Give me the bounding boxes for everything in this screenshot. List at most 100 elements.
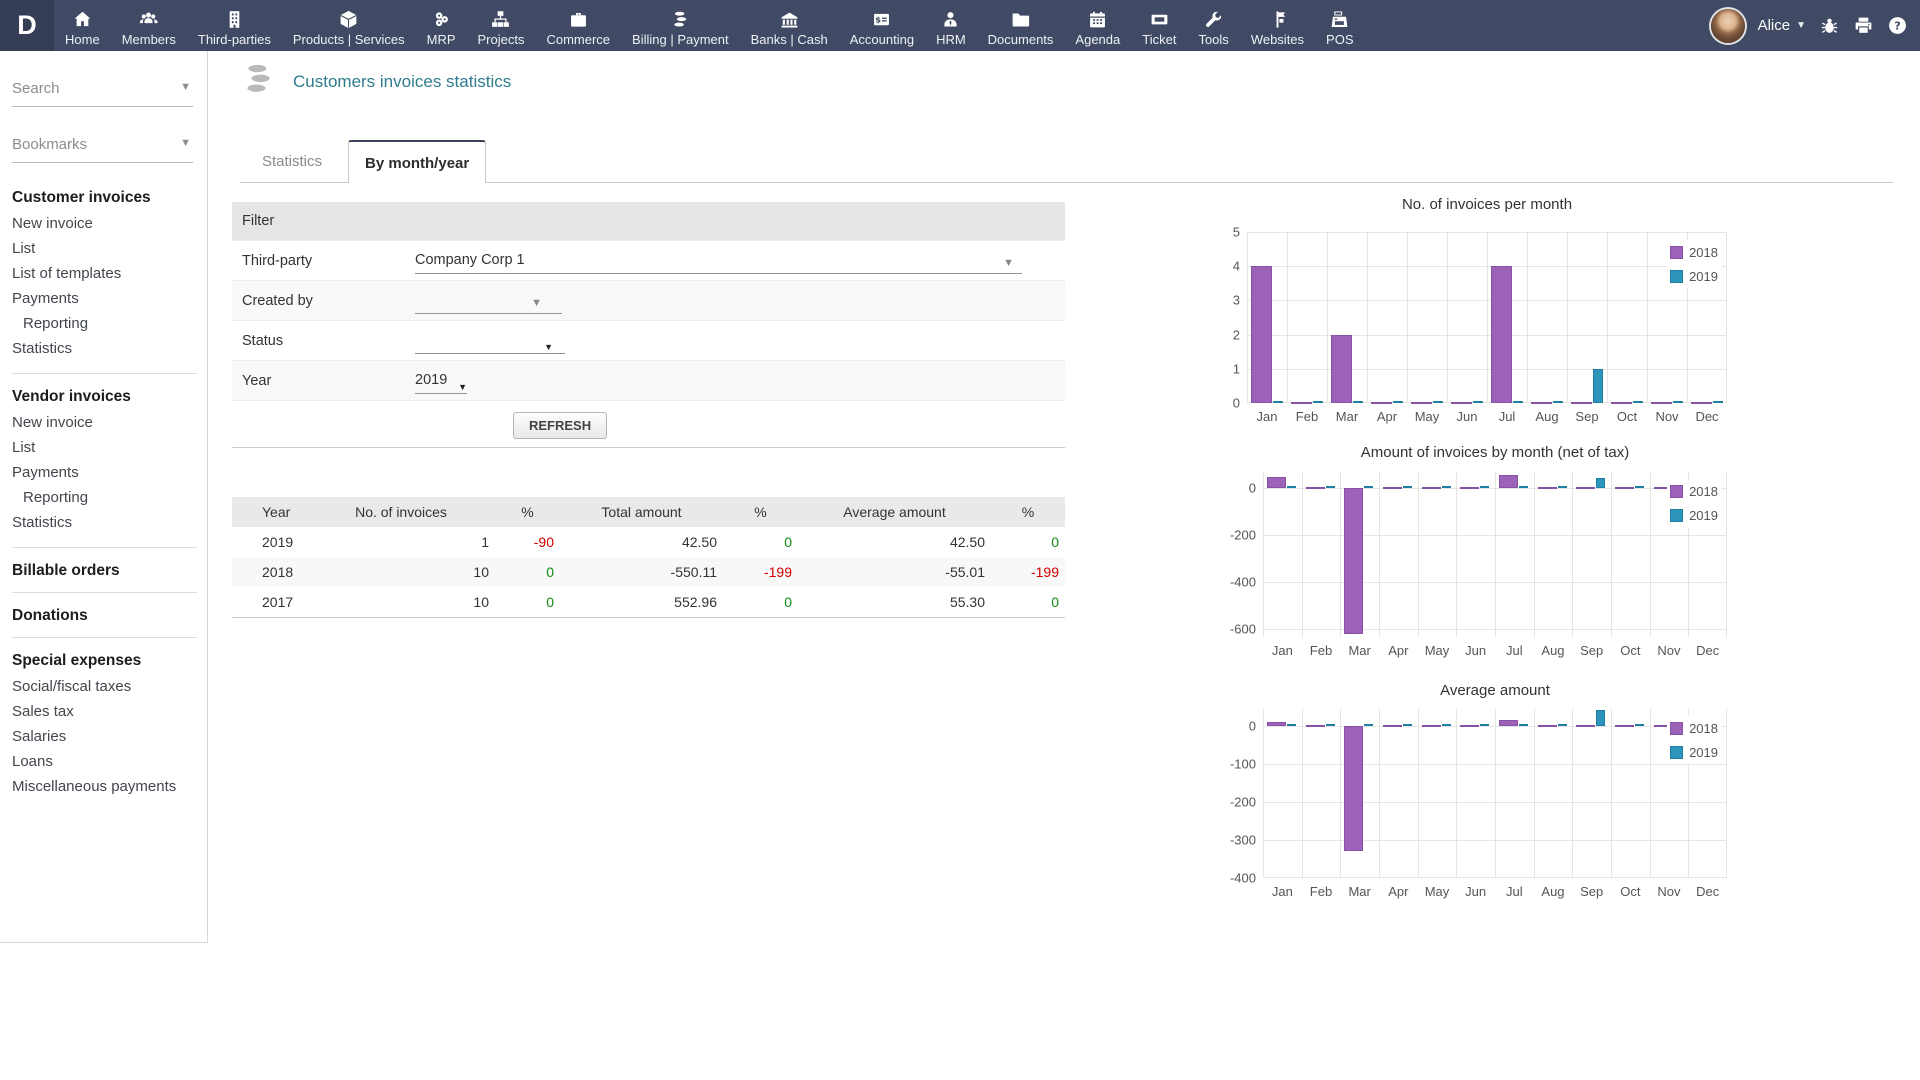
printer-icon[interactable]: [1853, 15, 1874, 36]
sidebar-item-customer-invoices-list[interactable]: List: [12, 236, 207, 261]
sidebar-item-special-expenses-miscellaneous-payments[interactable]: Miscellaneous payments: [12, 774, 207, 799]
x-axis-tick-label: Sep: [1580, 884, 1604, 899]
nav-item-documents[interactable]: Documents: [977, 0, 1065, 51]
sidebar-item-customer-invoices-list-of-templates[interactable]: List of templates: [12, 261, 207, 286]
sidebar-item-customer-invoices-statistics[interactable]: Statistics: [12, 336, 207, 361]
refresh-button[interactable]: REFRESH: [513, 412, 608, 439]
sidebar-item-vendor-invoices-statistics[interactable]: Statistics: [12, 510, 207, 535]
app-logo[interactable]: D: [0, 0, 54, 51]
x-axis-tick-label: Jun: [1465, 643, 1487, 658]
filter-row-year: Year 2019 ▼: [232, 360, 1065, 400]
nav-item-third-parties[interactable]: Third-parties: [187, 0, 282, 51]
gridline: [1533, 708, 1535, 878]
bar-2019-Jun: [1473, 400, 1483, 403]
search-input[interactable]: Search ▼: [12, 80, 193, 107]
sidebar-item-vendor-invoices-list[interactable]: List: [12, 435, 207, 460]
bug-icon[interactable]: [1819, 15, 1840, 36]
nav-item-agenda[interactable]: Agenda: [1064, 0, 1131, 51]
chart-legend: 2018 2019: [1667, 240, 1721, 288]
y-axis-tick-label: 0: [1248, 480, 1256, 496]
nav-item-banks-cash[interactable]: Banks | Cash: [740, 0, 839, 51]
sidebar-item-special-expenses-salaries[interactable]: Salaries: [12, 724, 207, 749]
nav-item-commerce[interactable]: Commerce: [535, 0, 621, 51]
bar-2019-Sep: [1596, 709, 1606, 726]
x-axis-tick-label: Apr: [1388, 884, 1409, 899]
bar-2018-Jul: [1491, 266, 1512, 403]
sidebar-section-donations[interactable]: Donations: [12, 607, 207, 625]
sidebar-section-special-expenses[interactable]: Special expenses: [12, 652, 207, 670]
main-menu: Home Members Third-parties Products | Servi…: [54, 0, 1365, 51]
user-menu[interactable]: Alice ▼: [1758, 17, 1806, 34]
sidebar-item-special-expenses-loans[interactable]: Loans: [12, 749, 207, 774]
sidebar-section-customer-invoices[interactable]: Customer invoices: [12, 189, 207, 207]
bar-2019-Feb: [1313, 400, 1323, 403]
gridline: [1456, 708, 1458, 878]
chart-legend: 2018 2019: [1667, 479, 1721, 527]
nav-item-tools[interactable]: Tools: [1187, 0, 1239, 51]
tab-by-month-year[interactable]: By month/year: [348, 140, 487, 183]
nav-item-pos[interactable]: POS: [1315, 0, 1364, 51]
nav-item-label: Members: [121, 32, 176, 47]
created-by-select[interactable]: ▼: [415, 288, 562, 314]
x-axis-tick-label: Nov: [1655, 409, 1679, 424]
nav-item-websites[interactable]: Websites: [1240, 0, 1315, 51]
col-year: Year: [232, 497, 307, 527]
gridline: [1407, 232, 1408, 403]
gridline: [1263, 708, 1264, 878]
sidebar-item-special-expenses-sales-tax[interactable]: Sales tax: [12, 699, 207, 724]
nav-item-hrm[interactable]: HRM: [925, 0, 977, 51]
cash-register-icon: [1329, 8, 1350, 30]
nav-item-members[interactable]: Members: [111, 0, 187, 51]
ticket-icon: [1149, 8, 1170, 30]
sidebar-item-customer-invoices-new-invoice[interactable]: New invoice: [12, 211, 207, 236]
sidebar-divider: [12, 637, 197, 638]
nav-item-mrp[interactable]: MRP: [416, 0, 467, 51]
count-cell: 1: [481, 534, 489, 550]
gears-icon: [431, 8, 452, 30]
third-party-select[interactable]: Company Corp 1 ▼: [415, 248, 1022, 274]
sidebar-item-special-expenses-social-fiscal-taxes[interactable]: Social/fiscal taxes: [12, 674, 207, 699]
user-avatar[interactable]: [1710, 8, 1745, 43]
nav-item-label: POS: [1326, 32, 1354, 47]
sidebar-section-billable-orders[interactable]: Billable orders: [12, 562, 207, 580]
coins-icon: [670, 8, 691, 30]
bar-2018-Oct: [1615, 486, 1634, 489]
x-axis-tick-label: Jan: [1271, 643, 1293, 658]
y-axis-tick-label: 0: [1248, 718, 1256, 734]
gridline: [1495, 708, 1496, 878]
nav-item-ticket[interactable]: Ticket: [1131, 0, 1187, 51]
sidebar-item-customer-invoices-payments[interactable]: Payments: [12, 286, 207, 311]
plot-area: 2018 2019: [1263, 708, 1727, 878]
svg-text:?: ?: [1894, 19, 1900, 32]
sidebar-item-vendor-invoices-reporting[interactable]: Reporting: [12, 485, 207, 510]
sidebar-item-vendor-invoices-payments[interactable]: Payments: [12, 460, 207, 485]
bar-2018-Aug: [1537, 724, 1557, 727]
legend-swatch: [1670, 745, 1684, 759]
status-select[interactable]: ▼: [415, 328, 565, 354]
gridline: [1340, 708, 1342, 878]
bar-2018-Dec: [1691, 401, 1712, 404]
bar-2018-Sep: [1576, 724, 1596, 727]
help-icon[interactable]: ?: [1887, 15, 1908, 36]
created-by-label: Created by: [242, 292, 313, 309]
bar-2018-Apr: [1371, 401, 1392, 404]
legend-swatch: [1670, 721, 1684, 735]
sidebar-item-vendor-invoices-new-invoice[interactable]: New invoice: [12, 410, 207, 435]
nav-item-projects[interactable]: Projects: [467, 0, 536, 51]
bookmarks-input[interactable]: Bookmarks ▼: [12, 136, 193, 163]
coins-stack-icon: [240, 60, 278, 103]
nav-item-home[interactable]: Home: [54, 0, 111, 51]
x-axis-tick-label: Jan: [1271, 884, 1293, 899]
bar-2019-Aug: [1553, 400, 1563, 403]
nav-item-products-services[interactable]: Products | Services: [282, 0, 416, 51]
nav-item-label: Commerce: [546, 32, 611, 47]
building-icon: [224, 8, 245, 30]
tab-statistics[interactable]: Statistics: [240, 140, 344, 183]
y-axis-tick-label: 2: [1232, 327, 1240, 343]
y-axis-tick-label: 1: [1232, 361, 1240, 377]
sidebar-item-customer-invoices-reporting[interactable]: Reporting: [12, 311, 207, 336]
nav-item-billing-payment[interactable]: Billing | Payment: [621, 0, 740, 51]
sidebar-section-vendor-invoices[interactable]: Vendor invoices: [12, 388, 207, 406]
year-select[interactable]: 2019 ▼: [415, 368, 467, 394]
nav-item-accounting[interactable]: $ Accounting: [839, 0, 925, 51]
